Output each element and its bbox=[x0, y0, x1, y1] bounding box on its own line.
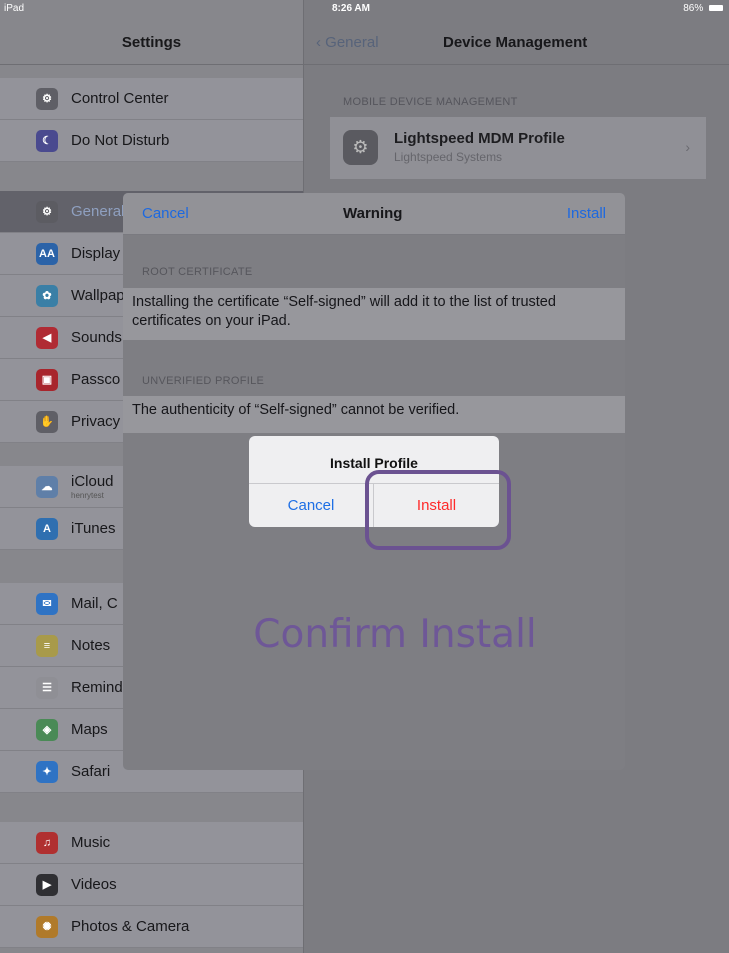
sidebar-item-label: General bbox=[71, 203, 125, 220]
sidebar-item-control-center[interactable]: ⚙ Control Center bbox=[0, 78, 303, 120]
settings-gear-icon: ⚙ bbox=[343, 130, 378, 165]
sidebar-item-label: Passco bbox=[71, 371, 121, 388]
status-bar: iPad 8:26 AM 86% bbox=[0, 0, 729, 18]
back-button[interactable]: ‹ General bbox=[316, 34, 379, 51]
icloud-account: henrytest bbox=[71, 491, 104, 500]
cloud-icon: ☁ bbox=[36, 475, 58, 498]
control-center-icon: ⚙ bbox=[36, 87, 58, 110]
root-certificate-text: Installing the certificate “Self-signed”… bbox=[123, 288, 625, 340]
compass-icon: ✦ bbox=[36, 760, 58, 783]
sidebar-item-label: Remind bbox=[71, 679, 123, 696]
sidebar-item-photos-camera[interactable]: ✺ Photos & Camera bbox=[0, 906, 303, 948]
sidebar-item-label: Display bbox=[71, 245, 121, 262]
speaker-icon: ◀ bbox=[36, 326, 58, 349]
mdm-profile-cell[interactable]: ⚙ Lightspeed MDM Profile Lightspeed Syst… bbox=[330, 117, 706, 179]
install-highlight-box bbox=[365, 470, 511, 550]
unverified-profile-header: UNVERIFIED PROFILE bbox=[142, 375, 265, 387]
notes-icon: ≡ bbox=[36, 634, 58, 657]
sidebar-item-label: Control Center bbox=[71, 90, 169, 107]
root-certificate-header: ROOT CERTIFICATE bbox=[142, 266, 253, 278]
sidebar-group-5: ♫ Music ▶ Videos ✺ Photos & Camera bbox=[0, 822, 303, 948]
sidebar-group-1: ⚙ Control Center ☾ Do Not Disturb bbox=[0, 78, 303, 162]
sidebar-item-label: Maps bbox=[71, 721, 108, 738]
battery-indicator: 86% bbox=[683, 3, 723, 14]
section-header: MOBILE DEVICE MANAGEMENT bbox=[343, 96, 518, 108]
sidebar-item-label: Do Not Disturb bbox=[71, 132, 170, 149]
sidebar-item-label: Mail, C bbox=[71, 595, 118, 612]
battery-percent: 86% bbox=[683, 3, 704, 14]
sheet-install-button[interactable]: Install bbox=[567, 205, 606, 222]
reminders-icon: ☰ bbox=[36, 676, 58, 699]
sidebar-item-label: Safari bbox=[71, 763, 111, 780]
sheet-title: Warning bbox=[343, 205, 403, 222]
lock-icon: ▣ bbox=[36, 368, 58, 391]
battery-icon bbox=[709, 5, 723, 12]
gear-icon: ⚙ bbox=[36, 200, 58, 223]
back-button-label: General bbox=[325, 34, 379, 51]
chevron-right-icon: › bbox=[685, 139, 690, 155]
sidebar-item-label: iCloud henrytest bbox=[71, 473, 114, 500]
alert-cancel-button[interactable]: Cancel bbox=[249, 484, 373, 527]
page-title: Device Management bbox=[443, 34, 588, 51]
sidebar-item-label: Music bbox=[71, 834, 111, 851]
sidebar-item-label: Privacy bbox=[71, 413, 121, 430]
nav-divider bbox=[0, 64, 729, 65]
sidebar-item-do-not-disturb[interactable]: ☾ Do Not Disturb bbox=[0, 120, 303, 162]
sidebar-item-label: Sounds bbox=[71, 329, 122, 346]
music-icon: ♫ bbox=[36, 831, 58, 854]
profile-org: Lightspeed Systems bbox=[394, 150, 503, 164]
sidebar-item-label: Notes bbox=[71, 637, 111, 654]
sidebar-item-music[interactable]: ♫ Music bbox=[0, 822, 303, 864]
text-size-icon: AA bbox=[36, 242, 58, 265]
icloud-label: iCloud bbox=[71, 473, 114, 490]
unverified-profile-text: The authenticity of “Self-signed” cannot… bbox=[123, 396, 625, 433]
mail-icon: ✉ bbox=[36, 592, 58, 615]
sidebar-item-label: iTunes bbox=[71, 520, 116, 537]
alert-title: Install Profile bbox=[330, 455, 418, 471]
sidebar-item-label: Wallpap bbox=[71, 287, 125, 304]
confirm-install-annotation: Confirm Install bbox=[253, 612, 537, 657]
photos-icon: ✺ bbox=[36, 915, 58, 938]
sidebar-item-videos[interactable]: ▶ Videos bbox=[0, 864, 303, 906]
device-label: iPad bbox=[4, 3, 25, 14]
chevron-left-icon: ‹ bbox=[316, 34, 321, 51]
sheet-nav-bar: Cancel Warning Install bbox=[123, 193, 625, 235]
sidebar-title: Settings bbox=[121, 34, 182, 51]
wallpaper-icon: ✿ bbox=[36, 284, 58, 307]
profile-name: Lightspeed MDM Profile bbox=[394, 130, 565, 147]
hand-icon: ✋ bbox=[36, 410, 58, 433]
clock: 8:26 AM bbox=[332, 3, 370, 14]
sheet-cancel-button[interactable]: Cancel bbox=[142, 205, 189, 222]
sidebar-item-label: Photos & Camera bbox=[71, 918, 190, 935]
app-store-icon: A bbox=[36, 517, 58, 540]
sidebar-item-label: Videos bbox=[71, 876, 117, 893]
moon-icon: ☾ bbox=[36, 129, 58, 152]
maps-icon: ◈ bbox=[36, 718, 58, 741]
videos-icon: ▶ bbox=[36, 873, 58, 896]
